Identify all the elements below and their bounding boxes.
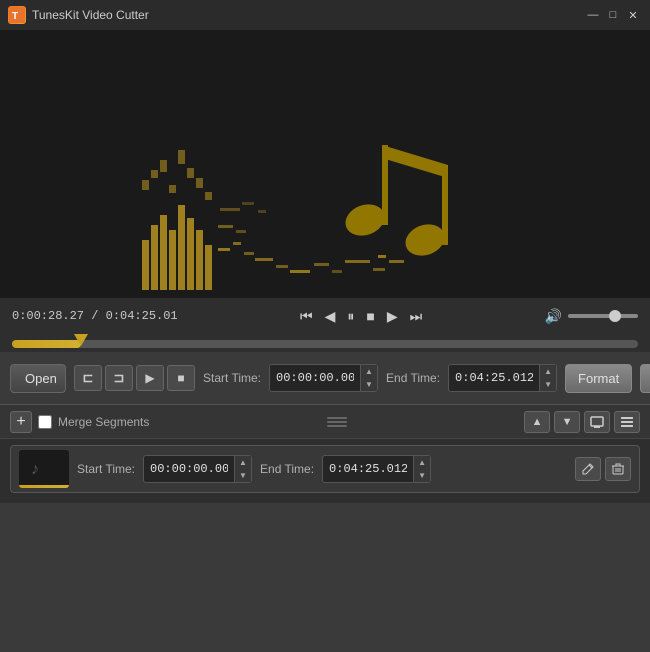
start-time-down[interactable]: ▼ (361, 378, 377, 391)
app-icon: T (8, 6, 26, 24)
step-back-button[interactable]: ⏮ (296, 306, 317, 327)
seg-end-down[interactable]: ▼ (414, 469, 430, 482)
end-time-input-group: ▲ ▼ (448, 364, 557, 392)
segments-panel: + Merge Segments ▲ ▼ (0, 404, 650, 503)
close-button[interactable]: ✕ (624, 6, 642, 24)
maximize-button[interactable]: □ (604, 6, 622, 24)
drag-handle (327, 417, 347, 427)
mark-in-button[interactable]: ⊏ (74, 365, 102, 391)
move-down-button[interactable]: ▼ (554, 411, 580, 433)
fast-forward-button[interactable]: ⏭ (406, 306, 427, 327)
end-time-spinners: ▲ ▼ (539, 365, 556, 391)
stop-button[interactable]: ■ (362, 306, 378, 326)
start-time-input[interactable] (270, 371, 360, 385)
playback-controls: ⏮ ◀ ⏸ ■ ▶ ⏭ (186, 306, 537, 327)
video-player (0, 30, 650, 298)
segments-list: ♪ Start Time: ▲ ▼ End Time: ▲ ▼ (0, 439, 650, 503)
seg-start-down[interactable]: ▼ (235, 469, 251, 482)
end-time-up[interactable]: ▲ (540, 365, 556, 378)
app-title: TunesKit Video Cutter (32, 8, 584, 22)
seek-bar[interactable] (12, 340, 638, 348)
seg-start-up[interactable]: ▲ (235, 456, 251, 469)
play-button[interactable]: ▶ (383, 306, 402, 327)
seg-start-time[interactable] (144, 462, 234, 476)
window-controls: — □ ✕ (584, 6, 642, 24)
start-button[interactable]: Start (640, 364, 650, 393)
playback-bar: 0:00:28.27 / 0:04:25.01 ⏮ ◀ ⏸ ■ ▶ ⏭ 🔊 (0, 298, 650, 334)
format-button[interactable]: Format (565, 364, 632, 393)
open-button[interactable]: Open (10, 364, 66, 393)
start-time-input-group: ▲ ▼ (269, 364, 378, 392)
end-time-input[interactable] (449, 371, 539, 385)
start-time-label: Start Time: (203, 371, 261, 385)
mark-out-button[interactable]: ⊐ (105, 365, 133, 391)
minimize-button[interactable]: — (584, 6, 602, 24)
segment-sort-buttons: ▲ ▼ (524, 411, 640, 433)
clip-buttons: ⊏ ⊐ ▶ ■ (74, 365, 195, 391)
trim-controls: Open ⊏ ⊐ ▶ ■ Start Time: ▲ ▼ End Time: ▲… (0, 352, 650, 404)
stop-clip-button[interactable]: ■ (167, 365, 195, 391)
start-time-up[interactable]: ▲ (361, 365, 377, 378)
list-view-button[interactable] (614, 411, 640, 433)
volume-group: 🔊 (545, 308, 638, 325)
seg-end-time[interactable] (323, 462, 413, 476)
svg-text:T: T (12, 11, 18, 22)
segment-row: ♪ Start Time: ▲ ▼ End Time: ▲ ▼ (10, 445, 640, 493)
title-bar: T TunesKit Video Cutter — □ ✕ (0, 0, 650, 30)
edit-segment-button[interactable] (575, 457, 601, 481)
start-time-spinners: ▲ ▼ (360, 365, 377, 391)
seek-bar-container[interactable] (0, 334, 650, 352)
move-up-button[interactable]: ▲ (524, 411, 550, 433)
segments-header: + Merge Segments ▲ ▼ (0, 405, 650, 439)
seg-end-time-group: ▲ ▼ (322, 455, 431, 483)
end-time-label: End Time: (386, 371, 440, 385)
merge-label: Merge Segments (58, 415, 149, 429)
segment-thumbnail: ♪ (19, 450, 69, 488)
pause-button[interactable]: ⏸ (343, 306, 358, 327)
seg-end-up[interactable]: ▲ (414, 456, 430, 469)
seek-thumb (74, 334, 88, 346)
delete-segment-button[interactable] (605, 457, 631, 481)
segment-actions (575, 457, 631, 481)
merge-checkbox[interactable] (38, 415, 52, 429)
seg-start-time-group: ▲ ▼ (143, 455, 252, 483)
volume-icon: 🔊 (545, 308, 562, 325)
end-time-down[interactable]: ▼ (540, 378, 556, 391)
play-clip-button[interactable]: ▶ (136, 365, 164, 391)
seg-start-label: Start Time: (77, 462, 135, 476)
seg-end-label: End Time: (260, 462, 314, 476)
add-segment-button[interactable]: + (10, 411, 32, 433)
volume-slider[interactable] (568, 314, 638, 318)
screen-button[interactable] (584, 411, 610, 433)
svg-text:♪: ♪ (31, 461, 39, 478)
seek-progress (12, 340, 81, 348)
prev-frame-button[interactable]: ◀ (321, 306, 340, 327)
time-display: 0:00:28.27 / 0:04:25.01 (12, 309, 178, 323)
